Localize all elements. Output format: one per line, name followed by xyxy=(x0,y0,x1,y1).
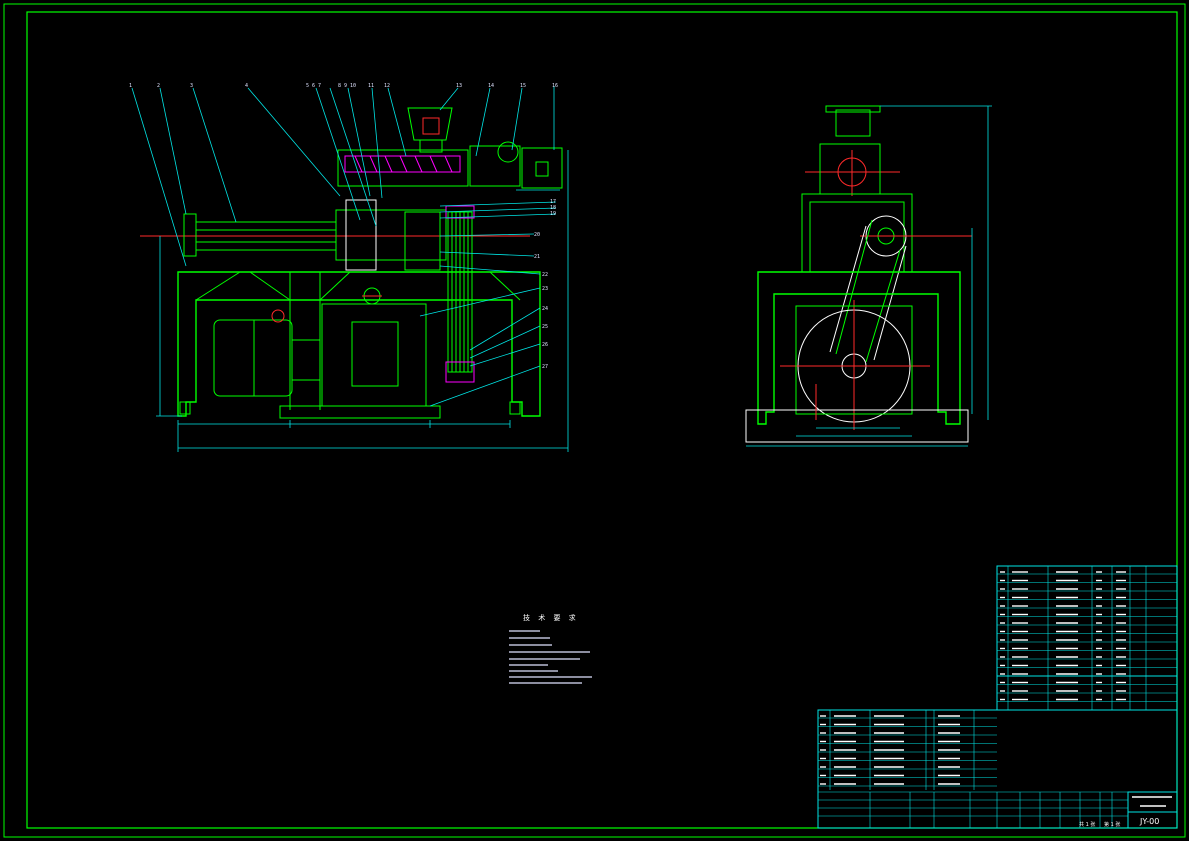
main-motor xyxy=(213,319,293,397)
side-reducer xyxy=(819,143,881,195)
right-balloon-labels: 17 18 19 20 21 22 23 24 25 26 27 xyxy=(534,199,556,370)
balloon-5: 5 6 7 xyxy=(306,83,321,89)
balloon-25: 25 xyxy=(542,324,548,330)
balloon-21: 21 xyxy=(534,254,540,260)
drawing-number: JY-00 xyxy=(1139,817,1159,826)
feed-screw-housing xyxy=(337,149,469,187)
balloon-24: 24 xyxy=(542,306,548,312)
side-upper-frame xyxy=(801,193,913,273)
machine-frame xyxy=(177,271,541,417)
gear-housing xyxy=(404,211,441,271)
balloon-23: 23 xyxy=(542,286,548,292)
front-dimensions xyxy=(156,86,569,452)
side-frame xyxy=(757,271,961,425)
hopper xyxy=(407,107,453,141)
bom-rows-upper xyxy=(997,566,1177,710)
inner-frame xyxy=(26,11,1178,829)
balloon-27: 27 xyxy=(542,364,548,370)
balloon-22: 22 xyxy=(542,272,548,278)
shaft-housing xyxy=(335,209,447,261)
feed-motor xyxy=(521,147,563,189)
side-base xyxy=(745,409,969,443)
technical-requirements: 技 术 要 求 xyxy=(509,613,592,684)
side-hopper xyxy=(835,109,871,137)
gearbox-base xyxy=(279,405,441,419)
balloon-20: 20 xyxy=(534,232,540,238)
outer-frame xyxy=(3,3,1186,838)
side-dimensions xyxy=(746,105,992,447)
balloon-7: 11 xyxy=(368,83,374,89)
tech-req-heading: 技 术 要 求 xyxy=(523,613,579,622)
sheet-total: 共 1 张 xyxy=(1079,821,1095,828)
balloon-12: 16 xyxy=(552,83,558,89)
worm-wheel xyxy=(497,141,519,163)
balloon-4: 4 xyxy=(245,83,248,89)
balloon-9: 13 xyxy=(456,83,462,89)
gearbox xyxy=(321,303,427,407)
side-view xyxy=(745,105,972,443)
balloon-8: 12 xyxy=(384,83,390,89)
hopper-window xyxy=(422,117,440,135)
sheet-number: 第 1 张 xyxy=(1104,821,1120,828)
front-view xyxy=(140,107,563,419)
balloon-19: 19 xyxy=(550,211,556,217)
title-block: JY-00 共 1 张 第 1 张 xyxy=(1079,791,1178,829)
balloon-26: 26 xyxy=(542,342,548,348)
balloon-10: 14 xyxy=(488,83,494,89)
flange xyxy=(183,213,197,257)
bom-rows-lower xyxy=(818,710,1128,828)
balloon-1: 1 xyxy=(129,83,132,89)
cad-drawing-canvas: 1 2 3 4 5 6 7 8 9 10 11 12 13 14 15 16 1… xyxy=(3,3,1186,838)
balloon-6: 8 9 10 xyxy=(338,83,356,89)
balloon-3: 3 xyxy=(190,83,193,89)
balloon-11: 15 xyxy=(520,83,526,89)
reducer xyxy=(469,145,521,187)
balloon-2: 2 xyxy=(157,83,160,89)
